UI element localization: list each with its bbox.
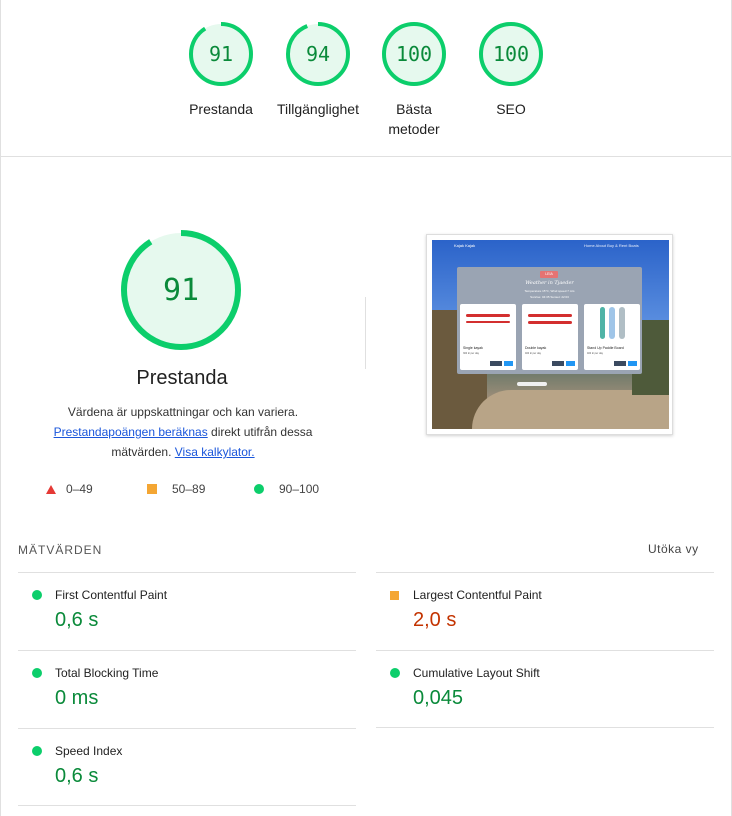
screenshot-product-name: Stand Up Paddle Board — [587, 346, 624, 350]
final-screenshot[interactable]: Kajak Kajak Home About Buy & Rent Boats … — [426, 234, 673, 435]
screenshot-rent-button — [490, 361, 502, 366]
screenshot-buy-button — [566, 361, 575, 366]
metric-name-lcp: Largest Contentful Paint — [413, 588, 542, 602]
gauge-score: 91 — [209, 42, 233, 66]
gauge-label: Tillgänglighet — [277, 101, 359, 117]
gauge-label: Prestanda — [189, 101, 253, 117]
metric-value-fcp: 0,6 s — [55, 609, 99, 631]
kayak-image — [528, 321, 572, 324]
metric-divider — [376, 650, 714, 651]
kayak-image — [466, 314, 510, 317]
gauge-score: 100 — [493, 42, 529, 66]
description-text: mätvärden. — [111, 445, 175, 459]
metric-value-lcp: 2,0 s — [413, 609, 457, 631]
paddleboard-image — [609, 307, 615, 339]
screenshot-product-price: 400 kr per day — [587, 352, 603, 355]
paddleboard-image — [600, 307, 605, 339]
screenshot-shore — [472, 390, 669, 429]
description-text: Värdena är uppskattningar och kan varier… — [67, 405, 299, 419]
kayak-image — [466, 321, 510, 323]
metric-divider — [376, 572, 714, 573]
metric-value-tbt: 0 ms — [55, 687, 99, 709]
screenshot-product-card: Double kayak 400 kr per day — [522, 304, 578, 370]
pass-circle-icon — [390, 668, 400, 678]
screenshot-card-sub: Temperature 15°C, Wind speed 7 m/s — [524, 289, 575, 293]
screenshot-product-name: Double kayak — [525, 346, 547, 350]
legend-pass-label: 90–100 — [279, 482, 320, 496]
gauge-ring: 100 — [382, 22, 446, 86]
gauge-seo[interactable]: 100 SEO — [456, 21, 566, 119]
kayak-image — [528, 314, 572, 317]
metrics-heading: MÄTVÄRDEN — [18, 543, 103, 557]
gauge-label: Bästa metoder — [359, 99, 469, 139]
performance-score: 91 — [163, 273, 199, 308]
gauge-score: 100 — [396, 42, 432, 66]
metric-name-fcp: First Contentful Paint — [55, 588, 168, 602]
metric-divider — [18, 572, 356, 573]
screenshot-nav-links: Home About Buy & Rent Boats — [584, 243, 639, 248]
screenshot-product-name: Single kayak — [463, 346, 483, 350]
metric-value-cls: 0,045 — [413, 687, 464, 709]
metric-name-speed-index: Speed Index — [55, 744, 123, 758]
screenshot-rent-button — [614, 361, 626, 366]
screenshot-rent-button — [552, 361, 564, 366]
score-calculation-link[interactable]: Prestandapoängen beräknas — [54, 425, 208, 439]
pass-circle-icon — [32, 590, 42, 600]
metric-name-cls: Cumulative Layout Shift — [413, 666, 540, 680]
pass-circle-icon — [32, 746, 42, 756]
legend-average: 50–89 — [147, 482, 205, 496]
screenshot-product-card: Stand Up Paddle Board 400 kr per day — [584, 304, 640, 370]
metric-name-tbt: Total Blocking Time — [55, 666, 159, 680]
gauge-ring: 100 — [479, 22, 543, 86]
screenshot-brand: Kajak Kajak — [454, 243, 476, 248]
performance-description: Värdena är uppskattningar och kan varier… — [33, 402, 333, 462]
metric-divider — [18, 650, 356, 651]
metric-divider — [376, 727, 714, 728]
gauge-ring: 91 — [189, 22, 253, 86]
screenshot-badge: LEIA — [540, 271, 558, 278]
triangle-icon — [46, 484, 56, 494]
legend-fail-label: 0–49 — [66, 482, 93, 496]
gauge-label-line1: Bästa — [396, 101, 432, 117]
paddleboard-image — [619, 307, 625, 339]
legend-pass: 90–100 — [254, 482, 319, 496]
calculator-link[interactable]: Visa kalkylator. — [175, 445, 255, 459]
pass-circle-icon — [32, 668, 42, 678]
screenshot-card-sub2: Sunrise: 04:35 Sunset: 22:03 — [530, 295, 569, 299]
metric-value-speed-index: 0,6 s — [55, 765, 99, 787]
gauge-performance[interactable]: 91 Prestanda — [166, 21, 276, 119]
gauge-score: 94 — [306, 42, 330, 66]
gauge-label: SEO — [496, 101, 526, 117]
performance-title: Prestanda — [136, 367, 228, 389]
screenshot-card-title: Weather in Tjaeder — [525, 280, 574, 286]
circle-icon — [254, 484, 264, 494]
legend-fail: 0–49 — [46, 482, 93, 496]
square-icon — [147, 484, 157, 494]
screenshot-product-price: 400 kr per day — [525, 352, 541, 355]
description-text: direkt utifrån dessa — [207, 425, 313, 439]
performance-gauge: 91 — [111, 220, 251, 365]
section-divider — [365, 297, 366, 369]
screenshot-boat — [517, 382, 547, 386]
gauge-accessibility[interactable]: 94 Tillgänglighet — [263, 21, 373, 119]
metric-divider — [18, 805, 356, 806]
expand-view-toggle[interactable]: Utöka vy — [648, 542, 699, 556]
summary-divider — [0, 156, 732, 157]
gauge-ring: 94 — [286, 22, 350, 86]
screenshot-buy-button — [504, 361, 513, 366]
screenshot-navbar: Kajak Kajak Home About Buy & Rent Boats — [432, 240, 669, 252]
average-square-icon — [390, 591, 399, 600]
performance-gauge-ring: 91 — [121, 230, 241, 350]
screenshot-product-price: 300 kr per day — [463, 352, 479, 355]
screenshot-product-card: Single kayak 300 kr per day — [460, 304, 516, 370]
gauge-best-practices[interactable]: 100 Bästa metoder — [359, 21, 469, 139]
screenshot-buy-button — [628, 361, 637, 366]
legend-average-label: 50–89 — [172, 482, 206, 496]
metric-divider — [18, 728, 356, 729]
gauge-label-line2: metoder — [388, 121, 440, 137]
screenshot-image: Kajak Kajak Home About Buy & Rent Boats … — [432, 240, 669, 429]
